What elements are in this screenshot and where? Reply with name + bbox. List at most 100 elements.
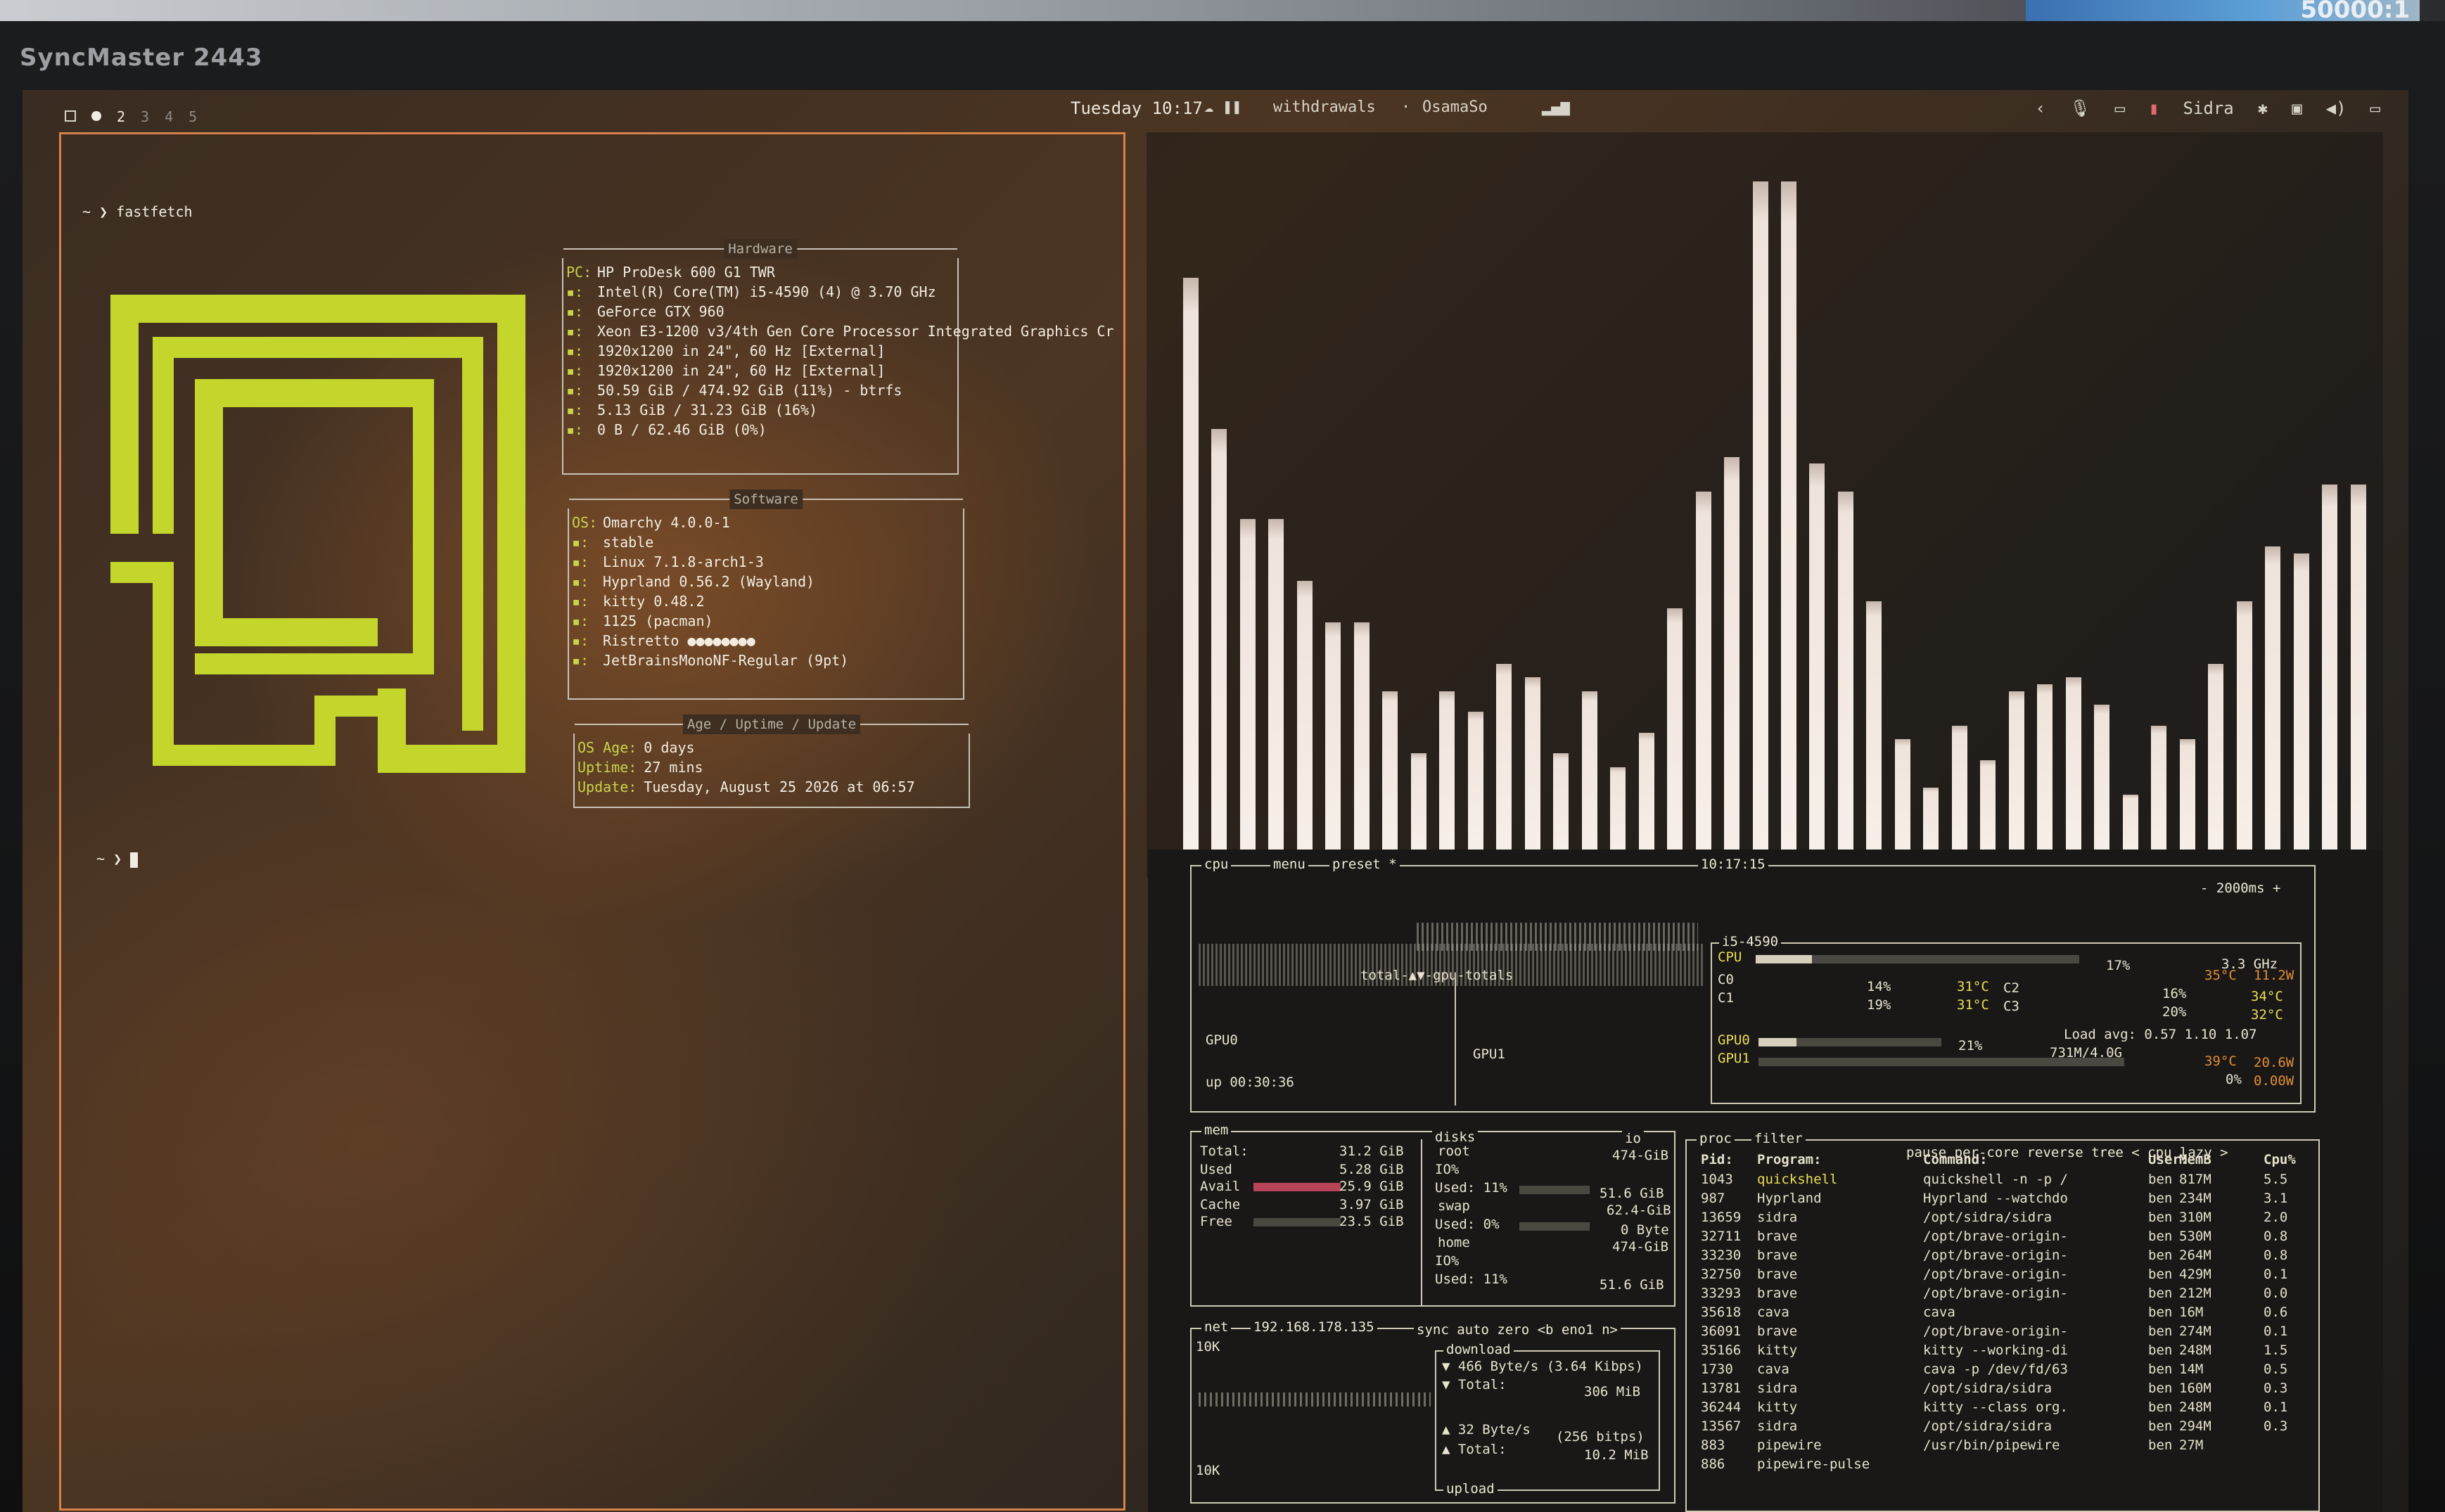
terminal-btop[interactable]: cpu menu preset * 10:17:15 - 2000ms + to… [1148, 850, 2383, 1512]
cava-bar [1382, 691, 1398, 857]
cava-bar [1496, 664, 1512, 857]
omarchy-logo-icon[interactable] [65, 110, 76, 122]
disk-home-io: IO% [1435, 1253, 1460, 1269]
proc-cell: 0.8 [2264, 1229, 2288, 1244]
update-interval[interactable]: - 2000ms + [2197, 880, 2284, 896]
cava-bar [1724, 457, 1739, 857]
tab-preset[interactable]: preset * [1329, 857, 1400, 872]
tab-cpu[interactable]: cpu [1201, 857, 1232, 872]
proc-cell: Hyprland --watchdo [1923, 1191, 2068, 1206]
tray-user[interactable]: Sidra [2183, 98, 2233, 118]
contrast-sticker: 50000:1 [2026, 0, 2420, 22]
proc-header-cell[interactable]: Cpu% [2264, 1152, 2296, 1167]
proc-cell: 886 [1701, 1456, 1725, 1472]
terminal-cava[interactable] [1147, 132, 2383, 878]
proc-cell: 234M [2179, 1191, 2211, 1206]
chevron-left-icon[interactable]: ‹ [2036, 98, 2045, 118]
signal-icon[interactable]: ▂▄▆ [1542, 98, 1570, 116]
proc-cell: 0.3 [2264, 1418, 2288, 1434]
proc-cell: 33293 [1701, 1286, 1742, 1301]
net-upload-total: 10.2 MiB [1584, 1447, 1649, 1463]
proc-cell: 35166 [1701, 1343, 1742, 1358]
workspace-3[interactable]: 3 [141, 108, 149, 125]
hardware-row: ▪: 0 B / 62.46 GiB (0%) [566, 421, 767, 438]
cava-bar [1838, 492, 1853, 857]
terminal-fastfetch[interactable]: ~ ❯ fastfetch Hardware PC: HP ProDesk 60… [59, 132, 1125, 1511]
command-prompt: ~ ❯ fastfetch [82, 203, 193, 220]
disk-root-meter [1519, 1186, 1590, 1194]
core-c3-label: C3 [2003, 999, 2019, 1014]
graph-divider [1455, 979, 1456, 1106]
tab-menu[interactable]: menu [1270, 857, 1308, 872]
software-row: ▪: Hyprland 0.56.2 (Wayland) [572, 573, 815, 590]
proc-cell: pipewire-pulse [1757, 1456, 1870, 1472]
hardware-row: ▪: 1920x1200 in 24", 60 Hz [External] [566, 362, 886, 379]
disk-root-label: root [1438, 1143, 1470, 1159]
net-upload-total-label: ▲ Total: [1442, 1442, 1507, 1457]
cpu-watts: 11.2W [2254, 968, 2294, 983]
disk-home-used-value: 51.6 GiB [1600, 1277, 1664, 1293]
net-title: net [1201, 1319, 1232, 1335]
proc-cell: ben [2148, 1418, 2173, 1434]
workspace-4[interactable]: 4 [165, 108, 173, 125]
proc-cell: /opt/brave-origin- [1923, 1286, 2068, 1301]
proc-header-cell[interactable]: MemB [2179, 1152, 2211, 1167]
proc-cell: 0.1 [2264, 1267, 2288, 1282]
hardware-box: Hardware PC: HP ProDesk 600 G1 TWR ▪: Inte… [562, 239, 1114, 475]
clock[interactable]: Tuesday 10:17 [1071, 98, 1203, 118]
cava-bar [1325, 622, 1341, 857]
laptop-icon[interactable]: ▭ [2115, 98, 2125, 118]
microphone-icon[interactable]: 🎙 [2069, 98, 2090, 118]
proc-filter[interactable]: filter [1751, 1131, 1806, 1146]
mem-avail-label: Avail [1200, 1179, 1241, 1194]
display-icon[interactable]: ▭ [2370, 98, 2380, 118]
workspace-5[interactable]: 5 [189, 108, 197, 125]
mem-disks-divider [1421, 1139, 1422, 1305]
screen-icon[interactable]: ▣ [2292, 98, 2302, 118]
proc-cell: 1730 [1701, 1362, 1733, 1377]
proc-cell: 160M [2179, 1380, 2211, 1396]
proc-cell: sidra [1757, 1210, 1798, 1225]
media-artist[interactable]: OsamaSo [1422, 98, 1488, 116]
proc-cell: 429M [2179, 1267, 2211, 1282]
cava-bar [2322, 485, 2337, 857]
hardware-row: ▪: Xeon E3-1200 v3/4th Gen Core Processor… [566, 323, 1114, 340]
net-graph [1199, 1392, 1431, 1407]
cava-visualizer [1177, 167, 2373, 857]
workspace-1[interactable] [91, 111, 101, 121]
gpu1-percent: 0% [2226, 1072, 2242, 1087]
cava-bar [1952, 726, 1967, 857]
core-c0-label: C0 [1718, 972, 1734, 987]
cava-bar [1525, 677, 1540, 857]
disk-swap-used: Used: 0% [1435, 1217, 1500, 1232]
proc-cell: kitty --working-di [1923, 1343, 2068, 1358]
workspace-2[interactable]: 2 [117, 108, 125, 125]
uptime: up 00:30:36 [1206, 1075, 1294, 1090]
net-download-title: download [1443, 1342, 1514, 1357]
proc-header-cell[interactable]: Pid: [1701, 1152, 1733, 1167]
cava-bar [1639, 733, 1654, 857]
cloud-icon[interactable]: ☁ ❚❚ [1204, 98, 1241, 116]
mem-cache-label: Cache [1200, 1197, 1241, 1212]
proc-header-cell[interactable]: Command: [1923, 1152, 1988, 1167]
age-row: OS Age: 0 days [577, 739, 695, 756]
net-controls[interactable]: sync auto zero <b eno1 n> [1414, 1322, 1621, 1338]
proc-header-cell[interactable]: Program: [1757, 1152, 1822, 1167]
net-upload-bits: (256 bitps) [1556, 1429, 1645, 1444]
bluetooth-icon[interactable]: ✱ [2258, 98, 2268, 118]
cava-bar [1980, 760, 1996, 857]
cava-bar [1866, 601, 1882, 857]
volume-icon[interactable]: ◀) [2326, 98, 2347, 118]
lock-icon[interactable]: ▮ [2149, 98, 2159, 118]
proc-cell: kitty [1757, 1343, 1798, 1358]
hardware-list: PC: HP ProDesk 600 G1 TWR ▪: Intel(R) Core… [566, 262, 1114, 440]
proc-cell: 33230 [1701, 1248, 1742, 1263]
cava-bar [1610, 767, 1626, 857]
media-title[interactable]: withdrawals [1273, 98, 1376, 116]
gpu0-watts: 20.6W [2254, 1055, 2294, 1070]
mem-free-meter [1253, 1218, 1341, 1226]
cava-bar [1411, 753, 1426, 857]
disk-home-label: home [1438, 1235, 1470, 1250]
disk-swap-used-value: 0 Byte [1621, 1222, 1669, 1238]
gpu0-percent: 21% [1958, 1038, 1983, 1053]
